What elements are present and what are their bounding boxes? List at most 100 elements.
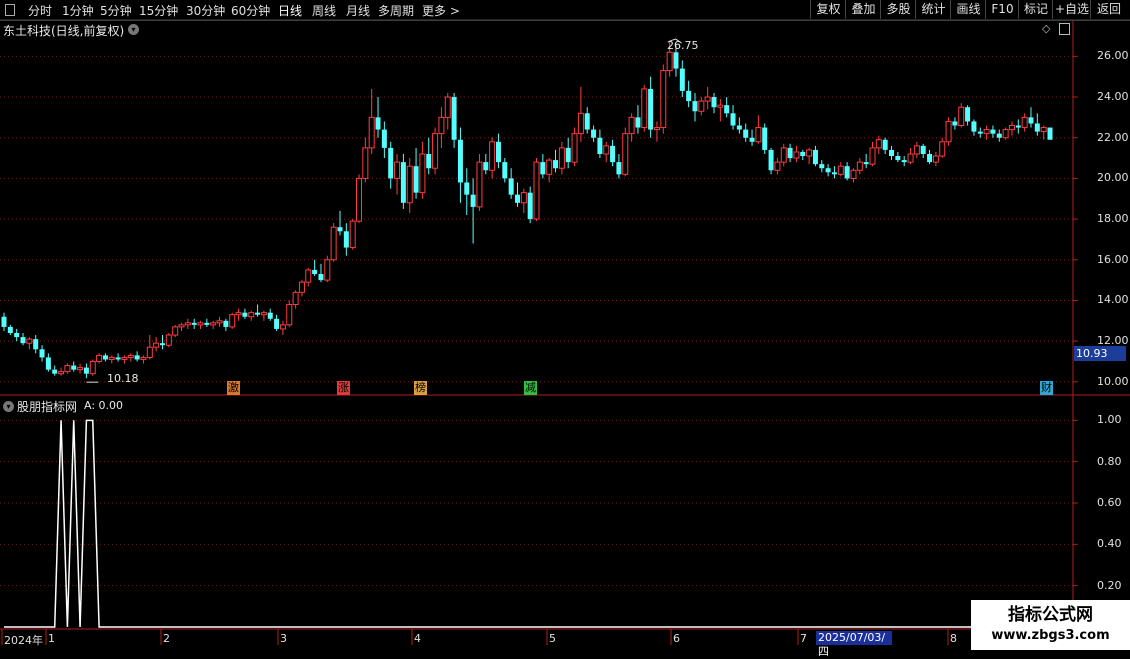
indicator-value: A: 0.00 [84, 399, 124, 412]
signal-marker-3[interactable]: 减 [524, 381, 537, 395]
candle [850, 168, 857, 183]
candle [330, 223, 337, 262]
candle [33, 335, 39, 354]
candle [889, 145, 895, 161]
candle [952, 117, 958, 130]
candle [362, 137, 369, 183]
candle [679, 60, 685, 98]
candle [77, 363, 84, 374]
candle [597, 129, 603, 159]
candle [520, 188, 527, 213]
candle [711, 92, 717, 114]
candle [394, 153, 401, 195]
date-tick-label: 2 [163, 632, 170, 645]
candle [260, 310, 267, 321]
date-tick-label: 6 [673, 632, 680, 645]
candle [191, 318, 197, 329]
candle [882, 137, 888, 154]
candle [653, 121, 660, 142]
candle [806, 147, 813, 165]
candle [64, 363, 71, 374]
candle [558, 141, 565, 175]
candle [762, 123, 768, 154]
candle [406, 158, 413, 213]
candle [540, 153, 546, 179]
candle [869, 141, 876, 167]
candle [502, 158, 508, 183]
candle [591, 125, 597, 142]
candle [724, 97, 730, 118]
indicator-title: 股朋指标网 [17, 400, 78, 414]
kline-chart[interactable] [0, 0, 1130, 650]
price-tick-label: 20.00 [1097, 171, 1129, 185]
candle [901, 156, 907, 167]
candle [178, 322, 185, 331]
candle [229, 312, 236, 329]
candle [7, 324, 13, 336]
candle [831, 166, 837, 179]
candle [533, 158, 540, 222]
candle [660, 64, 667, 134]
candle [730, 105, 736, 130]
candle [856, 158, 863, 175]
candle [584, 107, 590, 134]
candle [20, 333, 26, 346]
candle [279, 320, 286, 336]
candle [197, 320, 204, 329]
cursor-date-label: 2025/07/03/四 [816, 631, 892, 658]
candle [825, 164, 831, 177]
date-tick-label: 8 [950, 632, 957, 645]
candle [292, 290, 299, 309]
watermark-title: 指标公式网 [1008, 605, 1093, 625]
signal-marker-2[interactable]: 榜 [414, 381, 427, 395]
candle [235, 308, 242, 321]
candle [743, 123, 749, 142]
candle [495, 133, 501, 169]
candle [457, 127, 463, 203]
candle [438, 107, 445, 148]
candle [508, 168, 514, 199]
candle [939, 137, 946, 159]
candles [1, 38, 1053, 383]
date-tick-label: 2024年 [4, 634, 43, 647]
candle [400, 153, 406, 209]
candle [749, 129, 755, 146]
candle [159, 335, 165, 350]
candle [89, 359, 96, 376]
indicator-tick-label: 0.20 [1097, 578, 1122, 592]
current-price-tag: 10.93 [1074, 346, 1126, 361]
candle [819, 160, 825, 173]
candle [736, 117, 742, 134]
candle [184, 318, 191, 329]
candle [476, 153, 483, 211]
candle [464, 168, 470, 216]
candle [267, 308, 273, 321]
candle [413, 147, 419, 199]
candle [381, 121, 387, 159]
candle [121, 355, 128, 364]
candle [971, 119, 977, 136]
candle [298, 280, 305, 297]
candle [996, 129, 1002, 142]
date-tick-label: 1 [48, 632, 55, 645]
grid-lines [0, 55, 1073, 587]
candle [907, 147, 914, 165]
indicator-dropdown-icon[interactable]: ▾ [3, 401, 14, 412]
candle [800, 149, 806, 161]
watermark-url: www.zbgs3.com [991, 628, 1110, 643]
candle [248, 310, 255, 321]
signal-marker-4[interactable]: 财 [1040, 381, 1053, 395]
candle [375, 97, 381, 138]
candle [419, 141, 426, 199]
candle [108, 355, 115, 364]
signal-marker-1[interactable]: 涨 [337, 381, 350, 395]
signal-marker-0[interactable]: 激 [227, 381, 240, 395]
price-tick-label: 10.00 [1097, 374, 1129, 388]
candle [204, 318, 210, 327]
candle [388, 141, 394, 189]
low-price-label: 10.18 [107, 372, 139, 385]
candle [1021, 113, 1028, 132]
candle [565, 137, 571, 169]
candle [527, 186, 533, 224]
candle [134, 351, 140, 362]
